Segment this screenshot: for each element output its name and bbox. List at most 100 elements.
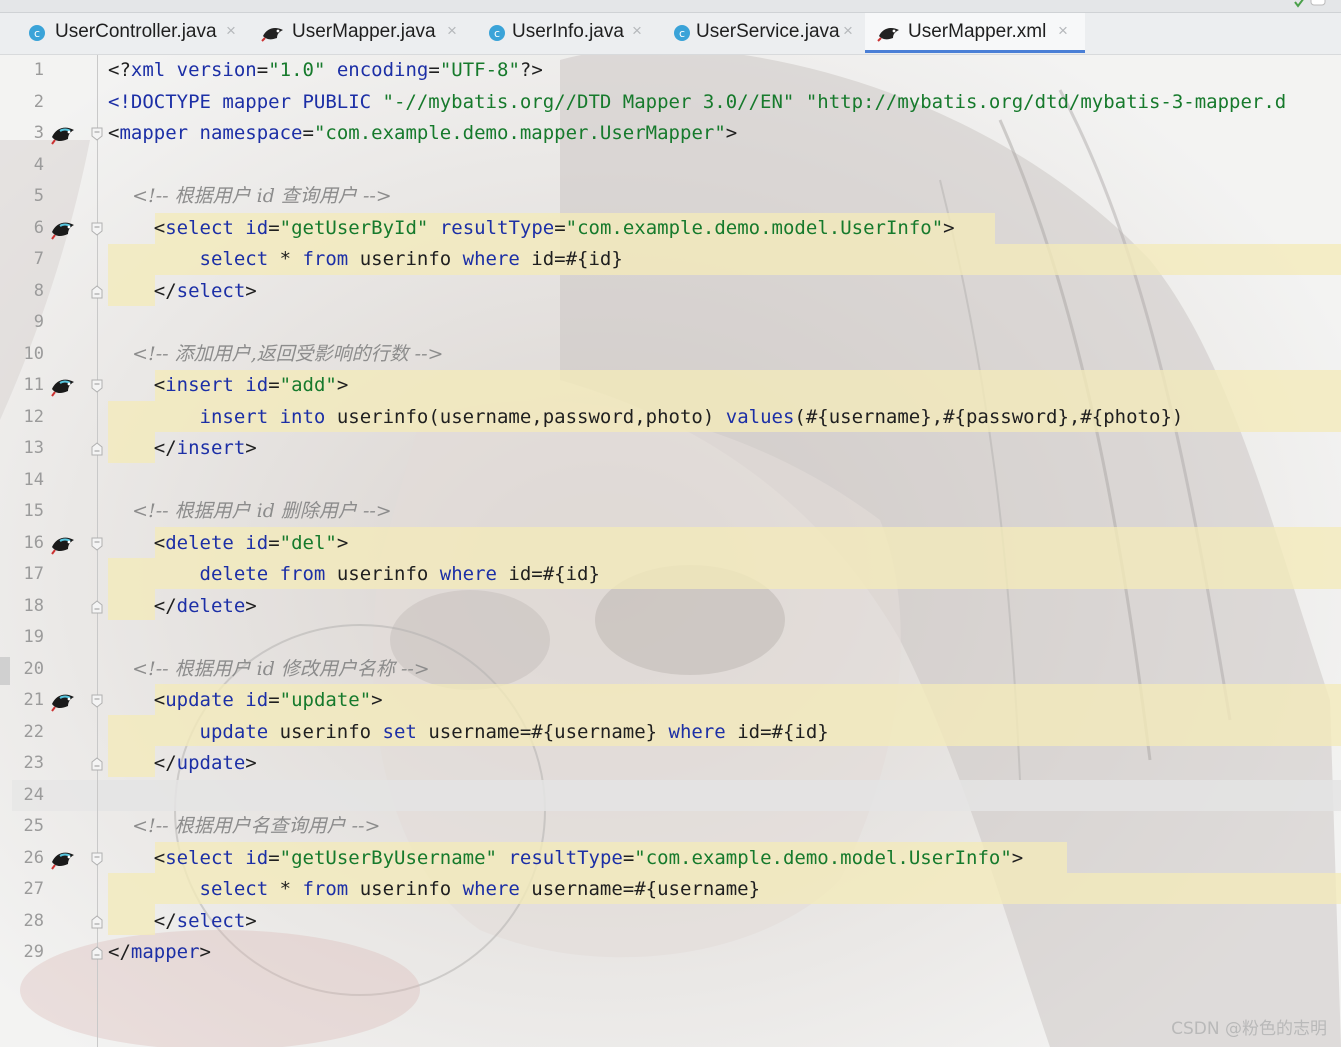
mybatis-bird-icon (877, 28, 899, 42)
code-token: = (622, 846, 635, 869)
code-token: * (268, 878, 303, 900)
mybatis-bird-icon[interactable] (50, 218, 76, 240)
code-token: values (725, 405, 795, 428)
code-token: mapper (119, 122, 189, 144)
close-icon[interactable]: × (447, 21, 457, 41)
mybatis-bird-icon[interactable] (50, 848, 76, 870)
code-editor[interactable]: <?xml version="1.0" encoding="UTF-8"?> <!… (0, 55, 1341, 1047)
code-line: <!DOCTYPE mapper PUBLIC "-//mybatis.org/… (108, 87, 1286, 118)
close-icon[interactable]: × (1058, 21, 1068, 41)
line-number: 18 (23, 595, 44, 616)
code-token: </ (108, 909, 177, 932)
tab-user-service[interactable]: c UserService.java × (659, 13, 863, 53)
code-token: </ (108, 279, 177, 302)
code-token: </ (108, 437, 177, 459)
tab-user-controller[interactable]: c UserController.java × (14, 13, 250, 53)
corner-status-icon (1294, 0, 1326, 8)
editor-gutter: 1 2 3 4 5 6 7 8 9 10 11 12 13 14 15 16 17 18 19 20 21 22 23 24 2… (0, 55, 103, 1047)
code-token: "UTF-8" (439, 59, 520, 81)
code-line: select * from userinfo where username=#{… (108, 874, 761, 905)
code-token: </ (108, 941, 131, 963)
code-token: = (268, 689, 280, 711)
tab-user-mapper-xml[interactable]: UserMapper.xml × (865, 13, 1085, 53)
code-token: > (245, 752, 257, 774)
scroll-marker (0, 657, 10, 685)
svg-text:c: c (679, 27, 685, 40)
code-token: resultType (439, 216, 555, 239)
code-token: > (245, 594, 257, 617)
code-token: delete (165, 531, 234, 554)
fold-open-icon[interactable] (91, 379, 103, 393)
fold-close-icon[interactable] (91, 284, 103, 299)
fold-close-icon[interactable] (91, 946, 103, 960)
code-token: id=#{id} (519, 248, 623, 270)
fold-close-icon[interactable] (91, 757, 103, 771)
code-token: = (428, 59, 440, 81)
code-line: <insert id="add"> (108, 370, 349, 401)
code-token: "getUserByUsername" (279, 846, 497, 869)
code-token: username=#{username} (519, 878, 761, 900)
mybatis-bird-icon (261, 28, 283, 42)
code-token: update (199, 720, 269, 743)
tab-user-info[interactable]: c UserInfo.java × (474, 13, 658, 53)
code-token: > (943, 216, 955, 239)
close-icon[interactable]: × (843, 21, 853, 41)
code-line: <!-- 根据用户 id 查询用户 --> (108, 181, 392, 212)
code-token: insert (165, 374, 234, 396)
fold-close-icon[interactable] (91, 599, 103, 614)
fold-close-icon[interactable] (91, 914, 103, 929)
class-icon: c (674, 25, 690, 41)
line-number: 17 (23, 564, 44, 584)
code-token: userinfo (268, 720, 383, 743)
tab-label: UserMapper.xml (908, 21, 1047, 42)
code-token: id (245, 374, 269, 396)
close-icon[interactable]: × (226, 21, 236, 41)
close-icon[interactable]: × (632, 21, 642, 41)
code-token: xml (130, 59, 166, 81)
code-line: <!-- 根据用户名查询用户 --> (108, 811, 380, 842)
code-token: insert (199, 405, 269, 428)
mybatis-bird-icon[interactable] (50, 123, 76, 145)
mybatis-bird-icon[interactable] (50, 690, 76, 712)
code-token: "add" (279, 374, 337, 396)
fold-open-icon[interactable] (91, 537, 103, 551)
code-token: encoding (336, 59, 429, 81)
line-number: 20 (23, 658, 44, 679)
code-token: = (302, 122, 314, 144)
tab-user-mapper-java[interactable]: UserMapper.java × (251, 13, 473, 53)
code-token: version (176, 59, 257, 81)
fold-open-icon[interactable] (91, 852, 103, 866)
line-number: 22 (23, 721, 44, 742)
code-token: < (108, 846, 166, 869)
code-token: id=#{id} (496, 563, 600, 585)
code-token: id (245, 216, 269, 239)
fold-open-icon[interactable] (91, 127, 103, 141)
mybatis-bird-icon[interactable] (50, 533, 76, 555)
code-token: </ (108, 594, 177, 617)
fold-open-icon[interactable] (91, 694, 103, 708)
fold-open-icon[interactable] (91, 222, 103, 236)
line-number: 21 (23, 690, 44, 710)
line-number: 10 (23, 343, 44, 364)
code-token: mapper (130, 941, 200, 963)
code-line: <!-- 根据用户 id 删除用户 --> (108, 496, 392, 527)
code-token: from (279, 563, 326, 585)
mybatis-bird-icon[interactable] (50, 375, 76, 397)
code-token: from (302, 248, 349, 270)
code-token: = (554, 216, 566, 239)
code-token: where (439, 563, 497, 585)
line-number: 7 (33, 249, 44, 269)
fold-close-icon[interactable] (91, 442, 103, 456)
code-token: resultType (508, 846, 623, 869)
line-number: 28 (23, 910, 44, 931)
line-number: 25 (23, 816, 44, 836)
tab-label: UserMapper.java (292, 21, 436, 42)
